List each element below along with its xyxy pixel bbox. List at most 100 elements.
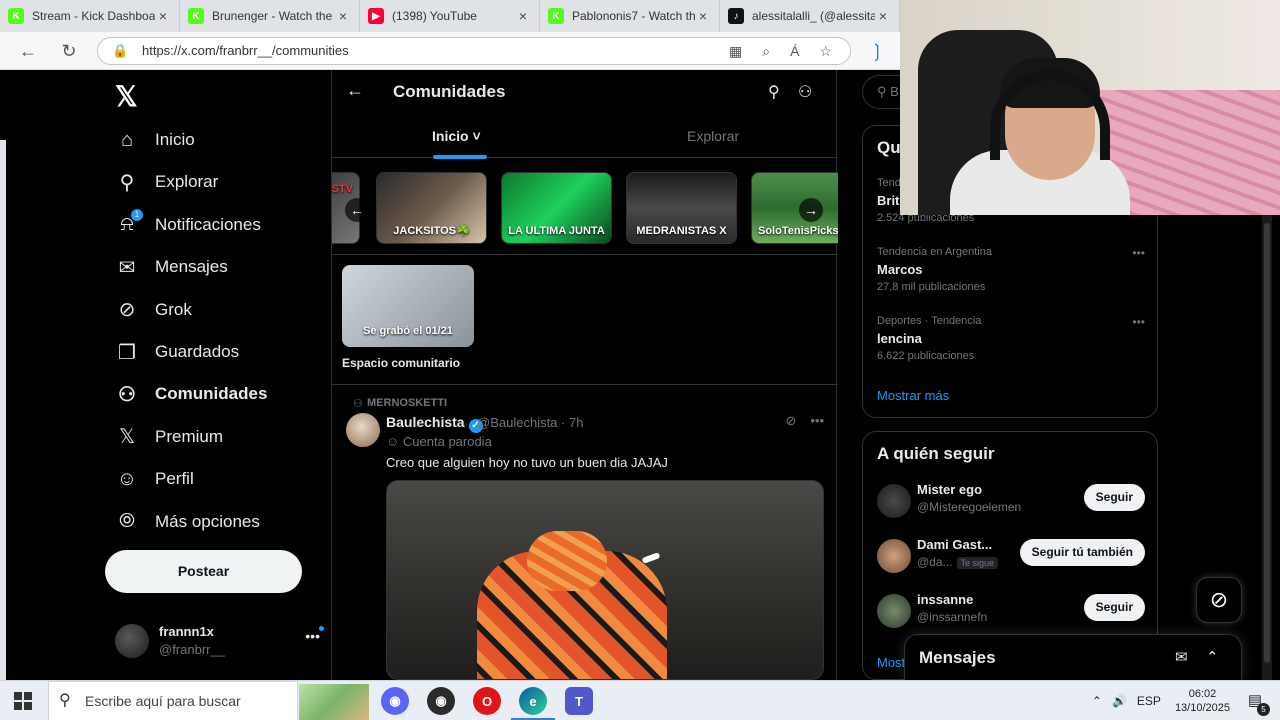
close-tab-icon[interactable]: × [335, 8, 351, 24]
follow-button[interactable]: Seguir [1083, 484, 1145, 511]
taskbar-search-input[interactable]: ⚲ Escribe aquí para buscar [48, 681, 369, 720]
account-switcher[interactable]: frannn1x @franbrr__ ••• [115, 618, 324, 662]
x-logo-icon[interactable]: 𝕏 [115, 80, 138, 113]
nav-item-m-s-opciones[interactable]: ⦾ Más opciones [115, 502, 260, 542]
search-icon[interactable]: ⚲ [768, 82, 780, 102]
avatar[interactable] [877, 594, 911, 628]
nav-item-explorar[interactable]: ⚲ Explorar [115, 162, 219, 202]
browser-tab[interactable]: ♪ alessitalalli_ (@alessital × [720, 0, 900, 32]
address-bar[interactable]: 🔒 https://x.com/franbrr__/communities ▦ … [97, 37, 851, 65]
follow-button[interactable]: Seguir [1083, 594, 1145, 621]
teams-icon[interactable]: T [565, 687, 593, 715]
browser-tab[interactable]: K Stream - Kick Dashboard × [0, 0, 180, 32]
close-tab-icon[interactable]: × [875, 8, 891, 24]
language-indicator[interactable]: ESP [1137, 694, 1161, 708]
post-button[interactable]: Postear [105, 550, 302, 593]
community-card[interactable]: JACKSITOS☘️ [376, 172, 487, 244]
more-dots-icon[interactable]: ••• [1132, 315, 1145, 329]
follow-suggestion[interactable]: inssanne @inssannefn Seguir [877, 588, 1145, 632]
nav-item-label: Mensajes [155, 257, 228, 277]
post-author[interactable]: Baulechista ✓ [386, 414, 483, 433]
more-dots-icon[interactable]: ••• [1132, 246, 1145, 260]
back-button[interactable]: ← [17, 40, 39, 62]
discord-icon[interactable]: ◉ [381, 687, 409, 715]
reload-button[interactable]: ↻ [58, 40, 80, 62]
browser-tab[interactable]: K Pablononis7 - Watch the × [540, 0, 720, 32]
post-handle[interactable]: @Baulechista · 7h [477, 415, 583, 430]
back-arrow-icon[interactable]: ← [346, 80, 364, 101]
suggestion-handle-text: @inssannefn [917, 610, 988, 624]
clock[interactable]: 06:02 13/10/2025 [1175, 687, 1230, 715]
messages-drawer[interactable]: Mensajes ✉ ⌃ [904, 634, 1242, 680]
nav-item-inicio[interactable]: ⌂ Inicio [115, 120, 195, 160]
post[interactable]: ⚇ MERNOSKETTI Baulechista ✓ @Baulechista … [332, 385, 838, 680]
community-card[interactable]: LA ULTIMA JUNTA [501, 172, 612, 244]
browser-tab-title: Stream - Kick Dashboard [32, 9, 155, 23]
trend-item[interactable]: Tendencia en Argentina Marcos 27,8 mil pub… [877, 246, 1145, 302]
youtube-icon: ▶ [368, 8, 384, 24]
browser-tab[interactable]: ▶ (1398) YouTube × [360, 0, 540, 32]
close-tab-icon[interactable]: × [515, 8, 531, 24]
close-tab-icon[interactable]: × [695, 8, 711, 24]
edge-icon[interactable]: e [511, 687, 555, 720]
follows-you-badge: Te sigue [956, 557, 999, 569]
community-space-card[interactable]: Se grabó el 01/21 [342, 265, 474, 347]
nav-item-comunidades[interactable]: ⚇ Comunidades [115, 374, 267, 414]
post-community[interactable]: MERNOSKETTI [367, 397, 447, 409]
carousel-next-icon[interactable]: → [799, 198, 823, 222]
grok-fab-icon[interactable]: ⊘ [1196, 577, 1242, 623]
person-icon: ☺ [116, 467, 138, 490]
grok-icon[interactable]: ⊘ [785, 413, 796, 429]
expand-up-icon[interactable]: ⌃ [1206, 648, 1219, 666]
avatar[interactable] [346, 413, 380, 447]
zoom-icon[interactable]: ⌕ [762, 38, 770, 64]
follow-suggestion[interactable]: Mister ego @Misteregoelemen Seguir [877, 478, 1145, 522]
browser-tab[interactable]: K Brunenger - Watch the × [180, 0, 360, 32]
follow-button[interactable]: Seguir tú también [1019, 539, 1145, 566]
tab-explorar[interactable]: Explorar [687, 128, 739, 144]
scrollbar[interactable] [1262, 215, 1272, 680]
close-tab-icon[interactable]: × [155, 8, 171, 24]
copilot-icon[interactable]: ❳ [866, 40, 888, 62]
nav-item-notificaciones[interactable]: ⍾ 1 Notificaciones [115, 205, 261, 245]
obs-icon[interactable]: ◉ [427, 687, 455, 715]
community-card[interactable]: SoloTenisPicks [751, 172, 838, 244]
nav-item-mensajes[interactable]: ✉ Mensajes [115, 247, 228, 287]
show-more-link[interactable]: Most [877, 655, 905, 670]
carousel-prev-icon[interactable]: ← [345, 198, 369, 222]
community-card-label: SoloTenisPicks [758, 225, 838, 237]
scrollbar-thumb[interactable] [1264, 223, 1270, 663]
more-dots-icon[interactable]: ••• [305, 628, 320, 644]
avatar[interactable] [877, 539, 911, 573]
more-dots-icon[interactable]: ••• [810, 413, 824, 429]
follow-suggestion[interactable]: Dami Gast... @da... Te sigue Seguir tú tamb… [877, 533, 1145, 577]
volume-icon[interactable]: 🔊 [1112, 694, 1127, 708]
suggestion-name: Mister ego [917, 482, 983, 497]
community-card-label: LA ULTIMA JUNTA [508, 225, 605, 237]
community-card[interactable]: MEDRANISTAS X [626, 172, 737, 244]
read-aloud-icon[interactable]: Á [790, 38, 799, 64]
trend-item[interactable]: Deportes · Tendencia lencina 6.622 publica… [877, 315, 1145, 371]
url-text: https://x.com/franbrr__/communities [142, 43, 349, 58]
nav-item-grok[interactable]: ⊘ Grok [115, 290, 192, 330]
avatar[interactable] [877, 484, 911, 518]
nav-item-perfil[interactable]: ☺ Perfil [115, 459, 194, 499]
kick-icon: K [188, 8, 204, 24]
apps-icon[interactable]: ▦ [729, 38, 742, 64]
add-community-icon[interactable]: ⚇ [798, 82, 812, 102]
windows-start-icon[interactable] [14, 692, 32, 710]
search-highlight-image[interactable] [299, 684, 369, 720]
show-more-link[interactable]: Mostrar más [877, 388, 949, 403]
opera-icon[interactable]: O [473, 687, 501, 715]
nav-item-label: Notificaciones [155, 214, 261, 234]
new-message-icon[interactable]: ✉ [1175, 648, 1188, 666]
nav-item-guardados[interactable]: ❐ Guardados [115, 332, 239, 372]
post-media-image[interactable] [386, 480, 824, 680]
tab-inicio[interactable]: Inicio ˅ [432, 128, 481, 144]
space-caption: Espacio comunitario [342, 356, 461, 370]
notification-center-icon[interactable]: ▤ 5 [1244, 690, 1270, 716]
favorite-star-icon[interactable]: ☆ [819, 38, 832, 64]
tray-chevron-up-icon[interactable]: ⌃ [1092, 694, 1102, 708]
trend-context: Deportes · Tendencia [877, 315, 982, 327]
nav-item-premium[interactable]: 𝕏 Premium [115, 417, 223, 457]
